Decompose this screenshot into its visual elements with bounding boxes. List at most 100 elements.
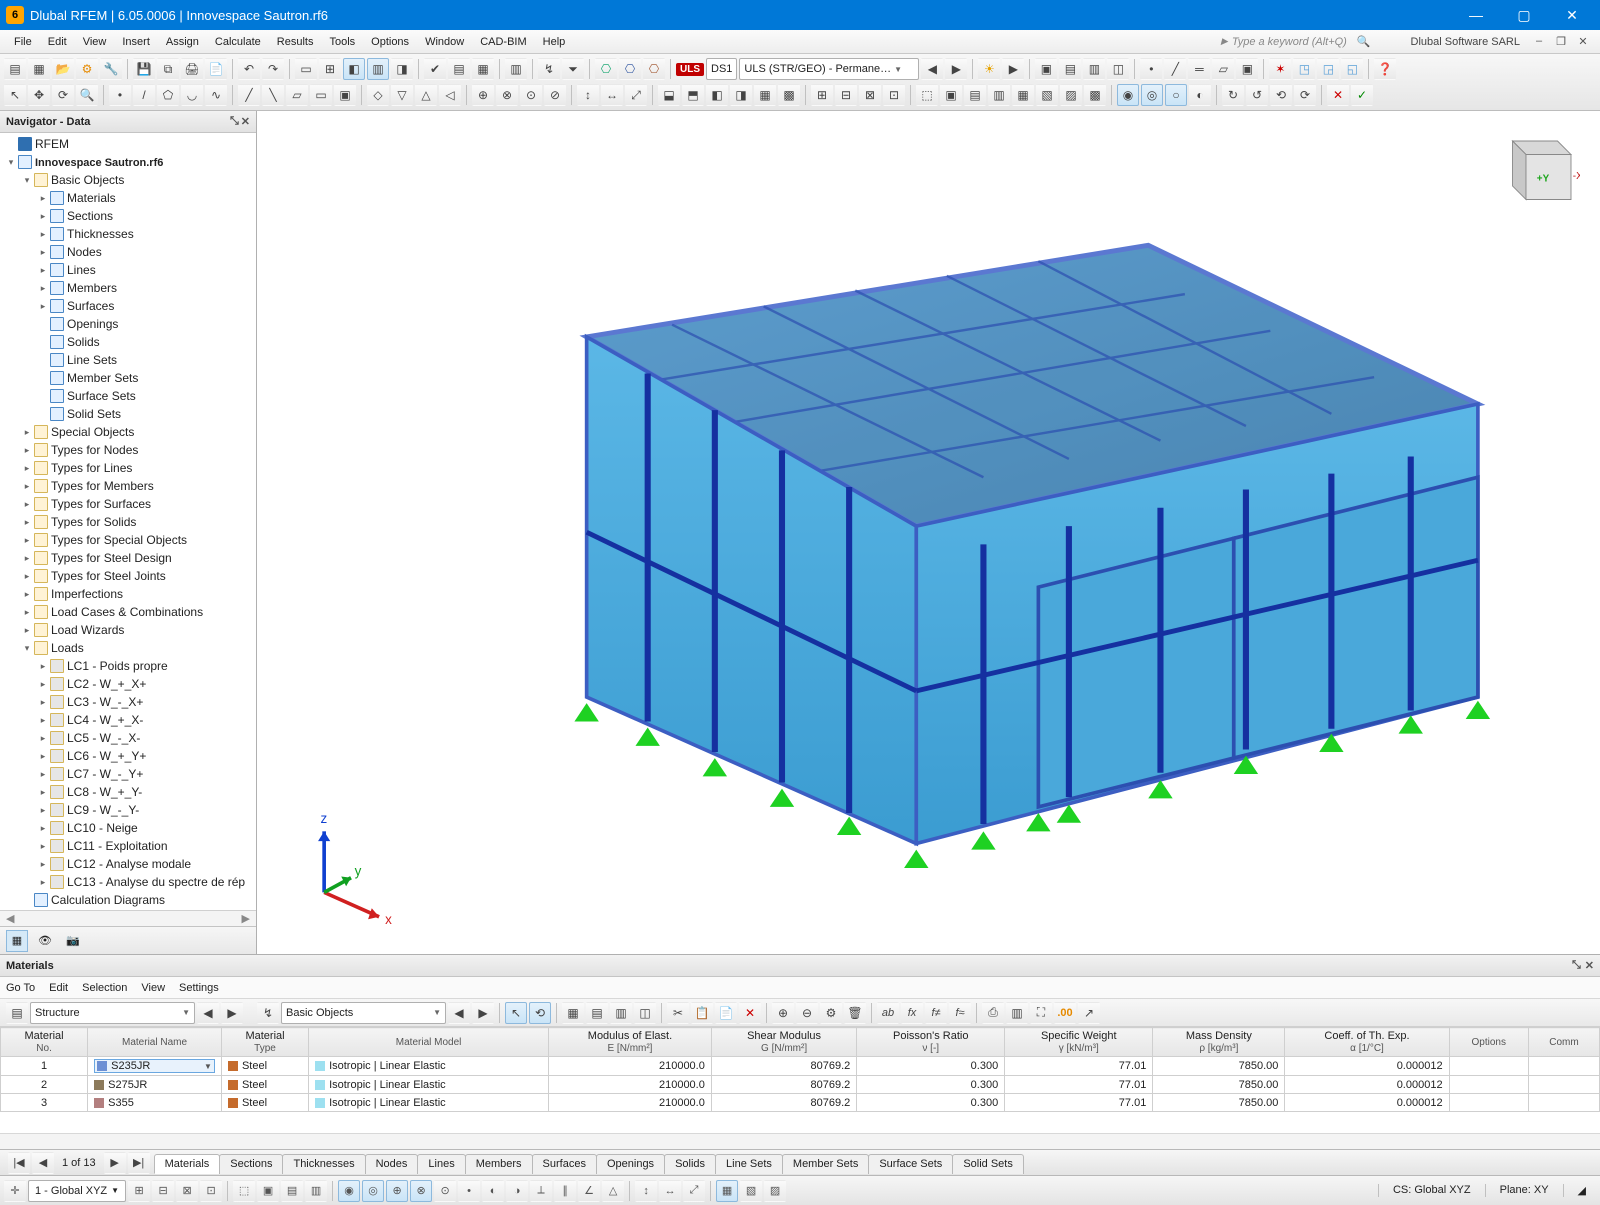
mat-set[interactable]: Settings bbox=[179, 982, 219, 994]
tree-node[interactable]: Openings bbox=[0, 315, 256, 333]
mbr2-icon[interactable]: ╲ bbox=[262, 84, 284, 106]
co-button[interactable]: ⎔ bbox=[619, 58, 641, 80]
mdi-restore-icon[interactable]: ❐ bbox=[1550, 35, 1572, 48]
mbr-icon[interactable]: ╱ bbox=[238, 84, 260, 106]
tree-node[interactable]: ▸Types for Steel Joints bbox=[0, 567, 256, 585]
tree-node[interactable]: ▸Thicknesses bbox=[0, 225, 256, 243]
h4[interactable]: ▥ bbox=[988, 84, 1010, 106]
s7[interactable]: ▤ bbox=[281, 1180, 303, 1202]
loading-button[interactable]: ↯ bbox=[538, 58, 560, 80]
zoom-icon[interactable]: 🔍 bbox=[76, 84, 98, 106]
axes-icon[interactable]: ✛ bbox=[4, 1180, 26, 1202]
table-tab[interactable]: Solid Sets bbox=[952, 1154, 1024, 1174]
tree-node[interactable]: ▸LC1 - Poids propre bbox=[0, 657, 256, 675]
struct-icon[interactable]: ▤ bbox=[6, 1002, 28, 1024]
vis3[interactable]: ○ bbox=[1165, 84, 1187, 106]
menu-insert[interactable]: Insert bbox=[114, 33, 158, 51]
j3[interactable]: ⟲ bbox=[1270, 84, 1292, 106]
tree-node[interactable]: Line Sets bbox=[0, 351, 256, 369]
f5[interactable]: ▦ bbox=[754, 84, 776, 106]
g2[interactable]: ⊟ bbox=[835, 84, 857, 106]
s2[interactable]: ⊟ bbox=[152, 1180, 174, 1202]
sel-icon[interactable]: ↖ bbox=[4, 84, 26, 106]
s4[interactable]: ⊡ bbox=[200, 1180, 222, 1202]
table-tab[interactable]: Thicknesses bbox=[282, 1154, 365, 1174]
view4-button[interactable]: ◫ bbox=[1107, 58, 1129, 80]
vis2[interactable]: ◎ bbox=[1141, 84, 1163, 106]
settings-gear-button[interactable]: ⚙ bbox=[76, 58, 98, 80]
j4[interactable]: ⟳ bbox=[1294, 84, 1316, 106]
menu-cadbim[interactable]: CAD-BIM bbox=[472, 33, 534, 51]
combo-dropdown[interactable]: ULS (STR/GEO) - Permane…▼ bbox=[739, 58, 919, 80]
menu-help[interactable]: Help bbox=[535, 33, 574, 51]
table-tab[interactable]: Lines bbox=[417, 1154, 465, 1174]
vis4[interactable]: ◐ bbox=[1189, 84, 1211, 106]
k1[interactable]: ✕ bbox=[1327, 84, 1349, 106]
mat-sel[interactable]: Selection bbox=[82, 982, 127, 994]
e3[interactable]: ⤢ bbox=[625, 84, 647, 106]
node-icon[interactable]: • bbox=[1140, 58, 1162, 80]
crv-icon[interactable]: ∿ bbox=[205, 84, 227, 106]
j1[interactable]: ↻ bbox=[1222, 84, 1244, 106]
menu-options[interactable]: Options bbox=[363, 33, 417, 51]
tree-node[interactable]: ▸LC4 - W_+_X- bbox=[0, 711, 256, 729]
s20[interactable]: ↕ bbox=[635, 1180, 657, 1202]
view1-button[interactable]: ▣ bbox=[1035, 58, 1057, 80]
tree-node[interactable]: ▸LC3 - W_-_X+ bbox=[0, 693, 256, 711]
tree-node[interactable]: ▸LC5 - W_-_X- bbox=[0, 729, 256, 747]
tree-node[interactable]: ▸Special Objects bbox=[0, 423, 256, 441]
op-icon[interactable]: ▭ bbox=[310, 84, 332, 106]
h7[interactable]: ▨ bbox=[1060, 84, 1082, 106]
tree-node[interactable]: ▾Innovespace Sautron.rf6 bbox=[0, 153, 256, 171]
page-next[interactable]: ▶ bbox=[104, 1152, 126, 1174]
snap1[interactable]: ◉ bbox=[338, 1180, 360, 1202]
snap6[interactable]: • bbox=[458, 1180, 480, 1202]
tree-node[interactable]: ▸Materials bbox=[0, 189, 256, 207]
f6[interactable]: ▩ bbox=[778, 84, 800, 106]
table-hscroll[interactable] bbox=[0, 1133, 1600, 1149]
orientation-cube[interactable]: +Y -X bbox=[1490, 123, 1580, 213]
e1[interactable]: ↕ bbox=[577, 84, 599, 106]
surface-icon[interactable]: ▱ bbox=[1212, 58, 1234, 80]
f3[interactable]: ◧ bbox=[706, 84, 728, 106]
snap7[interactable]: ◐ bbox=[482, 1180, 504, 1202]
menu-file[interactable]: File bbox=[6, 33, 40, 51]
find-icon[interactable]: ✶ bbox=[1269, 58, 1291, 80]
ds-dropdown[interactable]: DS1 bbox=[706, 58, 737, 80]
tree-node[interactable]: ▸LC6 - W_+_Y+ bbox=[0, 747, 256, 765]
mat-edit[interactable]: Edit bbox=[49, 982, 68, 994]
new-file-button[interactable]: ▤ bbox=[4, 58, 26, 80]
tree-node[interactable]: ▾Loads bbox=[0, 639, 256, 657]
k2[interactable]: ✓ bbox=[1351, 84, 1373, 106]
s24[interactable]: ▧ bbox=[740, 1180, 762, 1202]
ln-icon[interactable]: / bbox=[133, 84, 155, 106]
s6[interactable]: ▣ bbox=[257, 1180, 279, 1202]
print-button[interactable]: 🖨 bbox=[181, 58, 203, 80]
c1[interactable]: ◇ bbox=[367, 84, 389, 106]
s3[interactable]: ⊠ bbox=[176, 1180, 198, 1202]
nav-close-icon[interactable]: ✕ bbox=[241, 115, 250, 128]
s1[interactable]: ⊞ bbox=[128, 1180, 150, 1202]
status-resize-grip[interactable]: ◢ bbox=[1563, 1184, 1586, 1197]
table-row[interactable]: 2 S275JR Steel Isotropic | Linear Elasti… bbox=[1, 1076, 1600, 1094]
tree-node[interactable]: Surface Sets bbox=[0, 387, 256, 405]
snap4[interactable]: ⊗ bbox=[410, 1180, 432, 1202]
table-row[interactable]: 1 S235JR▼ Steel Isotropic | Linear Elast… bbox=[1, 1057, 1600, 1076]
mat-goto[interactable]: Go To bbox=[6, 982, 35, 994]
h8[interactable]: ▩ bbox=[1084, 84, 1106, 106]
table-tab[interactable]: Nodes bbox=[365, 1154, 419, 1174]
snap5[interactable]: ⊙ bbox=[434, 1180, 456, 1202]
f2[interactable]: ⬒ bbox=[682, 84, 704, 106]
g4[interactable]: ⊡ bbox=[883, 84, 905, 106]
menu-tools[interactable]: Tools bbox=[321, 33, 363, 51]
move-icon[interactable]: ✥ bbox=[28, 84, 50, 106]
tree-node[interactable]: ▸Members bbox=[0, 279, 256, 297]
open-button[interactable]: 📂 bbox=[52, 58, 74, 80]
srf-icon[interactable]: ▱ bbox=[286, 84, 308, 106]
tree-node[interactable]: ▸LC9 - W_-_Y- bbox=[0, 801, 256, 819]
calc-check-button[interactable]: ✔ bbox=[424, 58, 446, 80]
tree-node[interactable]: ▸Load Cases & Combinations bbox=[0, 603, 256, 621]
tree-node[interactable]: ▸Sections bbox=[0, 207, 256, 225]
tree-node[interactable]: ▸LC12 - Analyse modale bbox=[0, 855, 256, 873]
scroll-left-icon[interactable]: ◀ bbox=[0, 912, 20, 925]
